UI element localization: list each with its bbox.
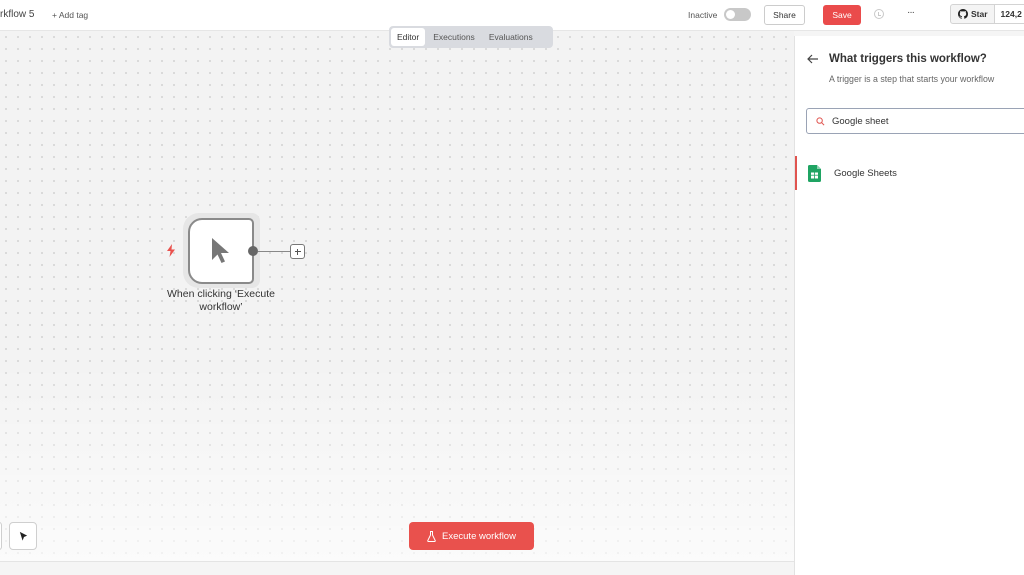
search-box[interactable] <box>806 108 1024 134</box>
active-toggle[interactable] <box>724 8 751 21</box>
tab-evaluations[interactable]: Evaluations <box>483 28 539 46</box>
save-button[interactable]: Save <box>823 5 861 25</box>
github-star-label: Star <box>971 9 988 19</box>
result-selected-accent <box>795 156 797 190</box>
panel-title: What triggers this workflow? <box>829 53 987 65</box>
tab-executions[interactable]: Executions <box>427 28 481 46</box>
github-star-widget[interactable]: Star 124,2 <box>950 4 1024 24</box>
search-input[interactable] <box>832 115 1012 127</box>
node-label: When clicking ‘Execute workflow’ <box>167 288 275 313</box>
history-icon[interactable] <box>874 9 884 19</box>
node-output-handle[interactable] <box>248 246 258 256</box>
google-sheets-icon <box>808 165 821 182</box>
github-star-count[interactable]: 124,2 <box>994 5 1024 23</box>
flask-icon <box>427 530 436 542</box>
pointer-mode-button[interactable] <box>9 522 37 550</box>
workflow-title[interactable]: rkflow 5 <box>0 9 34 20</box>
status-label: Inactive <box>688 10 718 20</box>
manual-trigger-node[interactable] <box>188 218 254 284</box>
workflow-canvas[interactable] <box>0 31 794 575</box>
execute-workflow-button[interactable]: Execute workflow <box>409 522 534 550</box>
more-options-icon[interactable]: ··· <box>907 7 915 18</box>
share-button[interactable]: Share <box>764 5 805 25</box>
search-icon <box>816 116 825 125</box>
add-tag-link[interactable]: + Add tag <box>52 10 88 20</box>
github-star-button[interactable]: Star <box>951 5 995 23</box>
view-tabs: Editor Executions Evaluations <box>389 26 553 48</box>
panel-subtitle: A trigger is a step that starts your wor… <box>829 74 995 84</box>
back-arrow-icon[interactable] <box>807 54 819 64</box>
add-node-plus-icon[interactable] <box>290 244 305 259</box>
tab-editor[interactable]: Editor <box>391 28 426 46</box>
pointer-arrow-icon <box>19 531 27 541</box>
canvas-control-button[interactable] <box>0 522 2 550</box>
trigger-bolt-icon <box>167 244 175 257</box>
result-item-google-sheets[interactable]: Google Sheets <box>795 156 1024 190</box>
execute-workflow-label: Execute workflow <box>442 530 516 542</box>
node-connector-line <box>258 250 291 252</box>
bottom-bar <box>0 561 794 575</box>
toggle-knob <box>726 10 735 19</box>
trigger-panel: What triggers this workflow? A trigger i… <box>794 36 1024 575</box>
result-label: Google Sheets <box>834 168 897 179</box>
cursor-pointer-icon <box>212 238 229 263</box>
github-icon <box>958 9 968 19</box>
